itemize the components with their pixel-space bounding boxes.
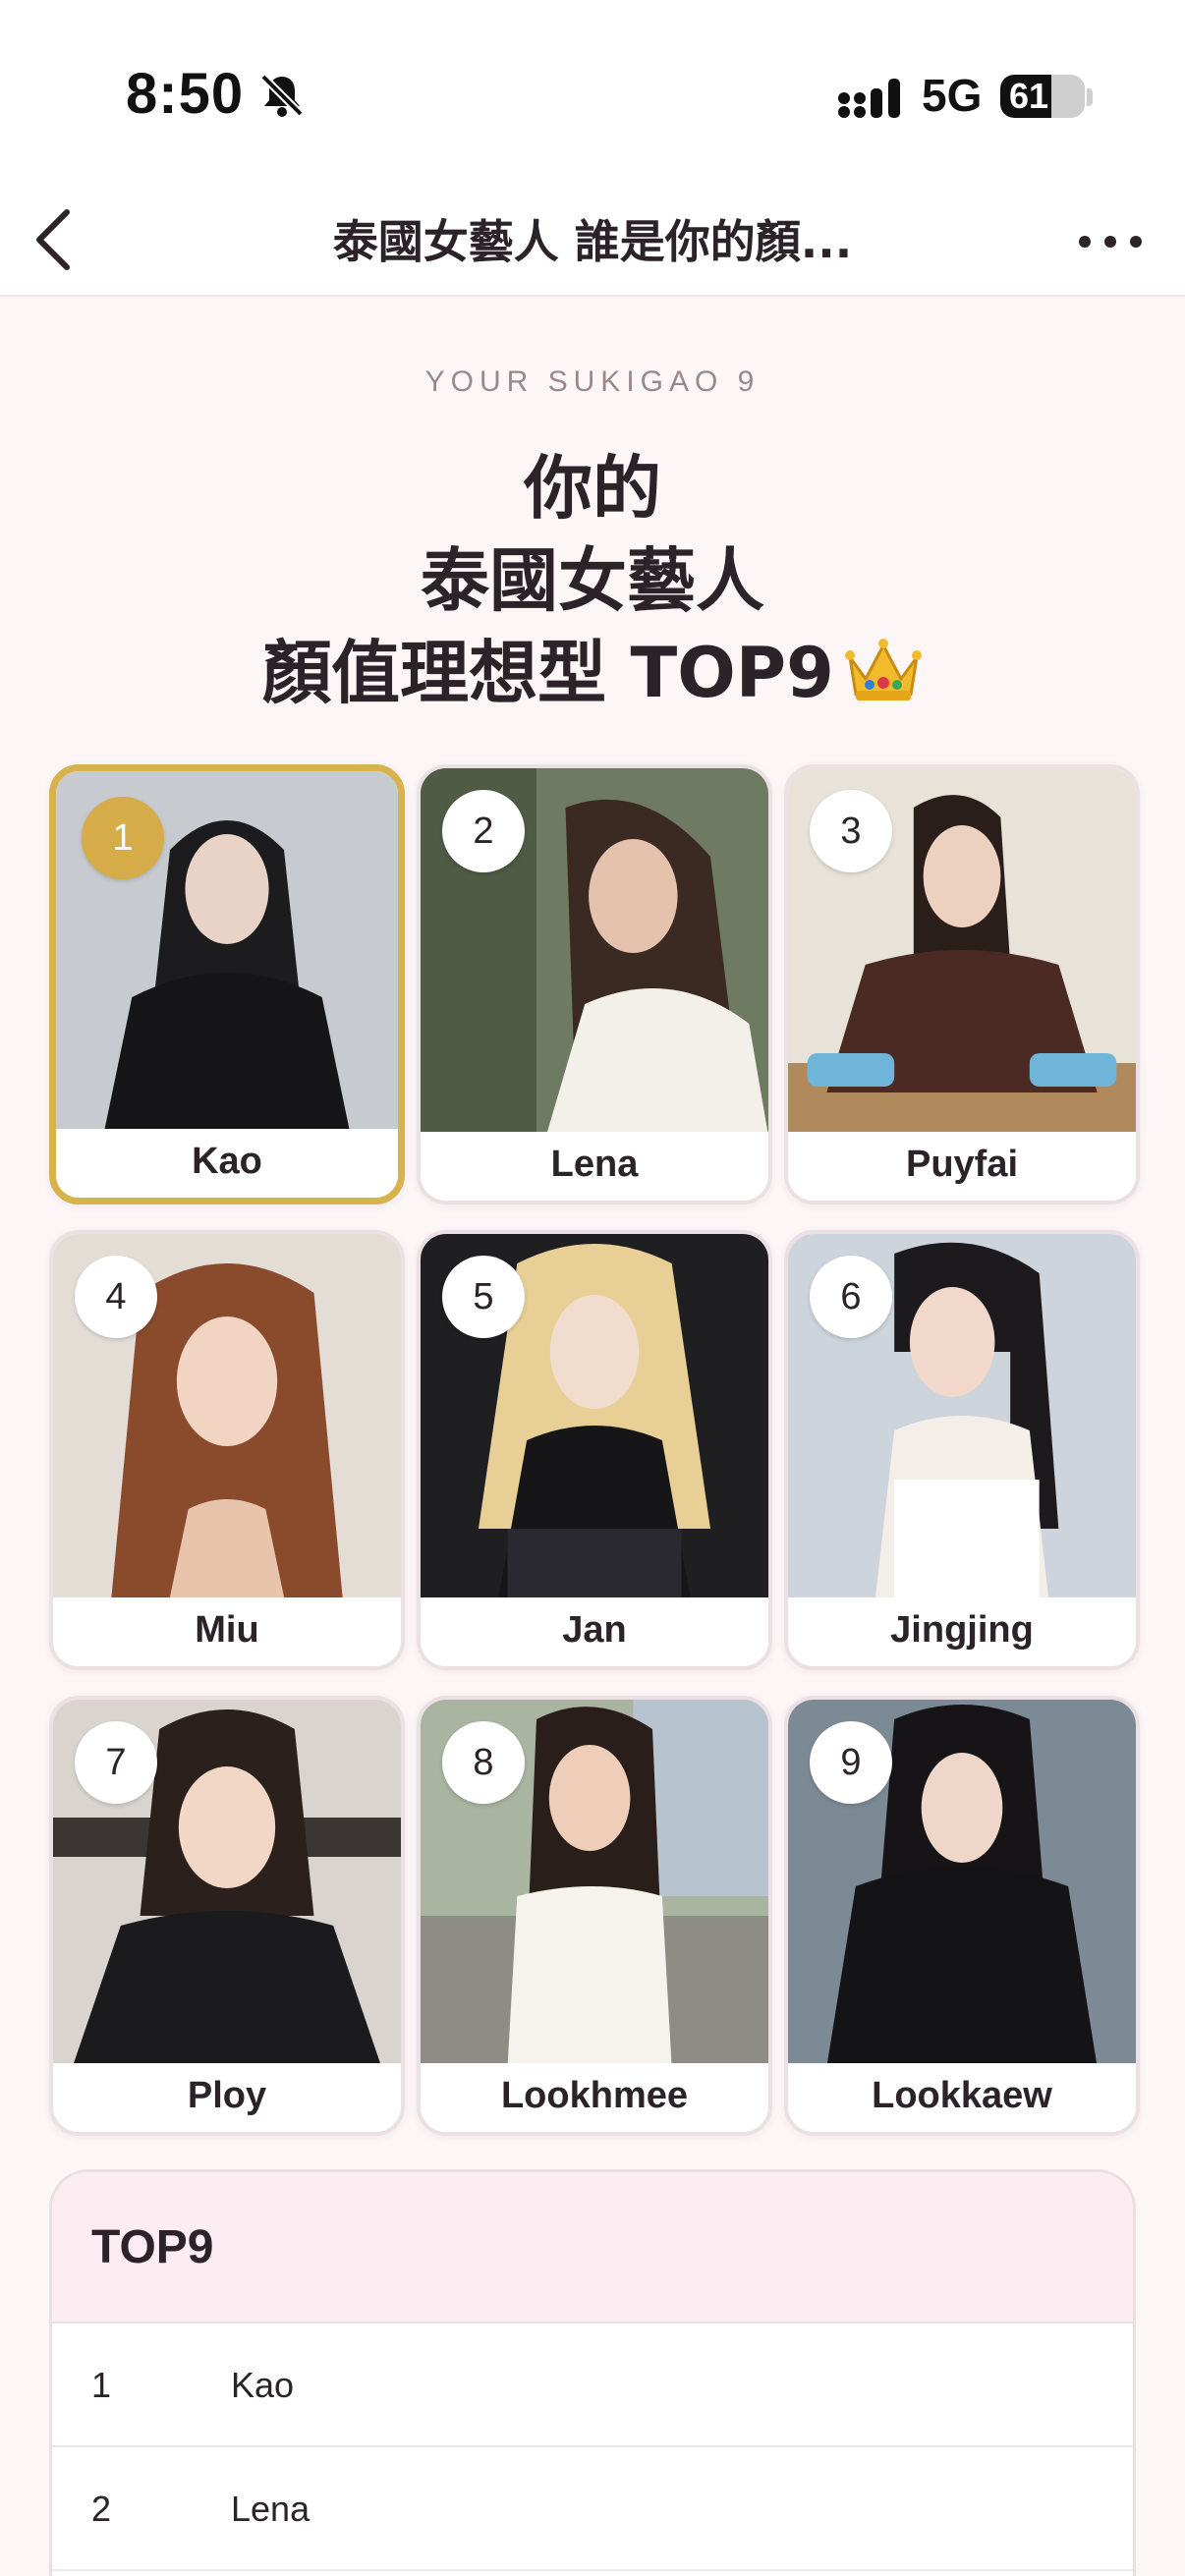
row-name: Kao bbox=[231, 2365, 295, 2405]
rank-badge: 4 bbox=[75, 1256, 157, 1338]
table-row: 2 Lena bbox=[52, 2447, 1133, 2571]
title-line-2: 泰國女藝人 bbox=[421, 540, 764, 621]
rank-badge: 6 bbox=[810, 1256, 892, 1338]
artist-card[interactable]: 2 Lena bbox=[417, 764, 772, 1204]
row-rank: 1 bbox=[91, 2365, 112, 2405]
rank-badge: 7 bbox=[75, 1721, 157, 1804]
more-icon[interactable] bbox=[1071, 218, 1150, 265]
artist-card[interactable]: 5 Jan bbox=[417, 1230, 772, 1670]
nav-title: 泰國女藝人 誰是你的顏... bbox=[332, 215, 853, 268]
artist-name: Jingjing bbox=[788, 1597, 1136, 1666]
page-title: 你的 泰國女藝人 顏值理想型 TOP9 bbox=[0, 442, 1185, 719]
rank-badge: 1 bbox=[82, 797, 164, 879]
artist-name: Lookkaew bbox=[788, 2063, 1136, 2132]
crown-icon bbox=[844, 639, 922, 700]
artist-card[interactable]: 3 Puyfai bbox=[784, 764, 1140, 1204]
top9-table: TOP9 1 Kao 2 Lena bbox=[49, 2169, 1136, 2576]
rank-badge: 5 bbox=[442, 1256, 525, 1338]
artist-name: Jan bbox=[421, 1597, 768, 1666]
eyebrow-label: YOUR SUKIGAO 9 bbox=[424, 365, 761, 398]
rank-badge: 8 bbox=[442, 1721, 525, 1804]
battery-icon: 61 bbox=[1000, 75, 1085, 118]
artist-name: Lookhmee bbox=[421, 2063, 768, 2132]
row-rank: 2 bbox=[91, 2489, 112, 2529]
artist-name: Miu bbox=[53, 1597, 401, 1666]
artist-name: Ploy bbox=[53, 2063, 401, 2132]
title-line-1: 你的 bbox=[524, 448, 661, 529]
network-label: 5G bbox=[922, 70, 983, 121]
artist-card[interactable]: 9 Lookkaew bbox=[784, 1696, 1140, 2136]
bell-off-icon bbox=[260, 74, 304, 117]
table-row: 1 Kao bbox=[52, 2324, 1133, 2447]
battery-cap bbox=[1087, 88, 1093, 106]
artist-card[interactable]: 6 Jingjing bbox=[784, 1230, 1140, 1670]
back-icon[interactable] bbox=[29, 200, 79, 279]
artist-name: Lena bbox=[421, 1132, 768, 1201]
artist-card[interactable]: 7 Ploy bbox=[49, 1696, 405, 2136]
title-line-3: 顏值理想型 TOP9 bbox=[262, 633, 834, 713]
row-name: Lena bbox=[231, 2489, 310, 2529]
artist-card[interactable]: 4 Miu bbox=[49, 1230, 405, 1670]
rank-badge: 9 bbox=[810, 1721, 892, 1804]
artist-card[interactable]: 8 Lookhmee bbox=[417, 1696, 772, 2136]
nav-bar: 泰國女藝人 誰是你的顏... bbox=[0, 187, 1185, 297]
artist-name: Kao bbox=[56, 1129, 398, 1198]
battery-label: 61 bbox=[1008, 76, 1049, 116]
status-time: 8:50 bbox=[126, 62, 245, 126]
table-title: TOP9 bbox=[52, 2172, 1133, 2324]
rank-badge: 3 bbox=[810, 790, 892, 872]
status-bar: 8:50 5G 61 bbox=[0, 0, 1185, 187]
artist-card[interactable]: 1 Kao bbox=[49, 764, 405, 1204]
title-line-3-wrap: 顏值理想型 TOP9 bbox=[0, 627, 1185, 719]
rank-badge: 2 bbox=[442, 790, 525, 872]
signal-icon bbox=[838, 79, 900, 118]
artist-name: Puyfai bbox=[788, 1132, 1136, 1201]
